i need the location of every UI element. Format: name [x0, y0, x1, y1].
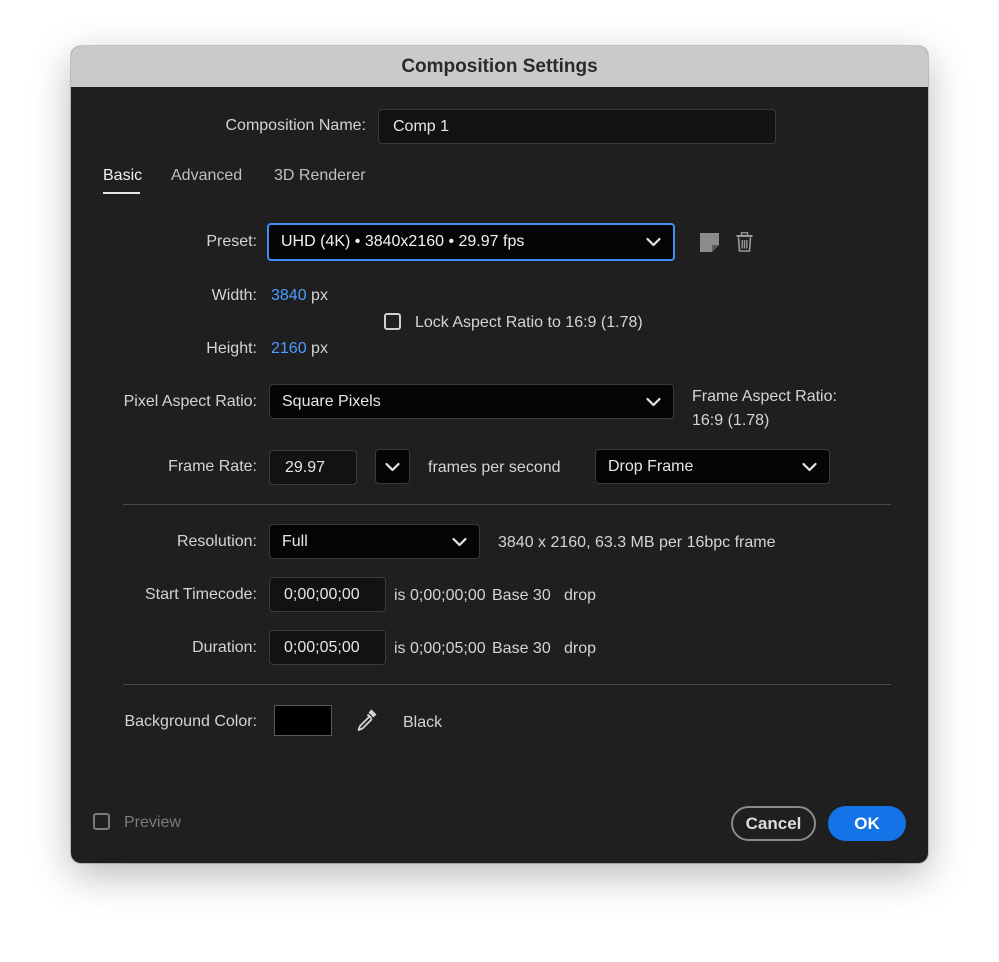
ok-button-label: OK: [854, 813, 880, 833]
frame-rate-value: 29.97: [285, 458, 326, 476]
section-divider: [123, 504, 891, 505]
cancel-button[interactable]: Cancel: [731, 806, 816, 841]
start-timecode-drop: drop: [564, 587, 597, 604]
eyedropper-icon[interactable]: [356, 708, 378, 732]
duration-value: 0;00;05;00: [284, 638, 360, 656]
preset-dropdown[interactable]: UHD (4K) • 3840x2160 • 29.97 fps: [267, 223, 675, 261]
resolution-info: 3840 x 2160, 63.3 MB per 16bpc frame: [498, 534, 776, 551]
preset-value: UHD (4K) • 3840x2160 • 29.97 fps: [281, 233, 525, 250]
frame-aspect-label: Frame Aspect Ratio:: [692, 388, 837, 405]
width-field[interactable]: 3840 px: [271, 287, 328, 305]
drop-frame-value: Drop Frame: [608, 457, 694, 475]
frame-rate-label: Frame Rate:: [168, 458, 257, 475]
duration-base: Base 30: [492, 640, 551, 657]
chevron-down-icon: [385, 462, 400, 471]
chevron-down-icon: [452, 537, 467, 546]
preset-label: Preset:: [206, 233, 257, 250]
resolution-dropdown[interactable]: Full: [269, 524, 480, 559]
width-label: Width:: [211, 287, 257, 304]
title-bar[interactable]: Composition Settings: [71, 46, 928, 87]
pixel-aspect-dropdown[interactable]: Square Pixels: [269, 384, 674, 419]
resolution-value: Full: [282, 532, 308, 550]
preview-label[interactable]: Preview: [124, 814, 181, 832]
frame-rate-unit: frames per second: [428, 459, 561, 476]
tab-basic[interactable]: Basic: [103, 167, 142, 185]
pixel-aspect-value: Square Pixels: [282, 392, 381, 410]
cancel-button-label: Cancel: [745, 813, 802, 833]
chevron-down-icon: [802, 462, 817, 471]
comp-name-input[interactable]: Comp 1: [378, 109, 776, 144]
chevron-down-icon: [646, 397, 661, 406]
duration-label: Duration:: [192, 639, 257, 656]
frame-aspect-value: 16:9 (1.78): [692, 412, 770, 429]
comp-name-label: Composition Name:: [225, 117, 367, 134]
duration-drop: drop: [564, 640, 597, 657]
start-timecode-base: Base 30: [492, 587, 551, 604]
composition-settings-dialog: Composition Settings Composition Name: C…: [71, 46, 928, 863]
height-value[interactable]: 2160: [271, 340, 307, 357]
frame-rate-input[interactable]: 29.97: [269, 450, 357, 485]
ok-button[interactable]: OK: [828, 806, 906, 841]
start-timecode-is: is 0;00;00;00: [394, 587, 486, 604]
tab-basic-underline: [103, 192, 140, 194]
dialog-title: Composition Settings: [401, 55, 598, 77]
lock-aspect-label[interactable]: Lock Aspect Ratio to 16:9 (1.78): [415, 314, 643, 332]
trash-icon[interactable]: [736, 232, 753, 252]
lock-aspect-checkbox[interactable]: [384, 313, 401, 330]
drop-frame-dropdown[interactable]: Drop Frame: [595, 449, 830, 484]
background-color-label: Background Color:: [124, 713, 257, 730]
frame-rate-dropdown-button[interactable]: [375, 449, 410, 484]
height-field[interactable]: 2160 px: [271, 340, 328, 358]
width-unit: px: [311, 287, 328, 304]
section-divider: [123, 684, 891, 685]
duration-input[interactable]: 0;00;05;00: [269, 630, 386, 665]
tab-3d-renderer[interactable]: 3D Renderer: [274, 167, 366, 185]
save-preset-icon[interactable]: [700, 233, 719, 252]
height-unit: px: [311, 340, 328, 357]
background-color-swatch[interactable]: [274, 705, 332, 736]
chevron-down-icon: [646, 237, 661, 247]
tab-advanced[interactable]: Advanced: [171, 167, 242, 185]
resolution-label: Resolution:: [176, 533, 257, 550]
start-timecode-label: Start Timecode:: [144, 586, 257, 603]
duration-is: is 0;00;05;00: [394, 640, 486, 657]
start-timecode-value: 0;00;00;00: [284, 585, 360, 603]
background-color-name: Black: [403, 714, 443, 731]
pixel-aspect-label: Pixel Aspect Ratio:: [123, 393, 257, 410]
comp-name-value: Comp 1: [393, 117, 450, 135]
preview-checkbox[interactable]: [93, 813, 110, 830]
height-label: Height:: [206, 340, 257, 357]
width-value[interactable]: 3840: [271, 287, 307, 304]
start-timecode-input[interactable]: 0;00;00;00: [269, 577, 386, 612]
